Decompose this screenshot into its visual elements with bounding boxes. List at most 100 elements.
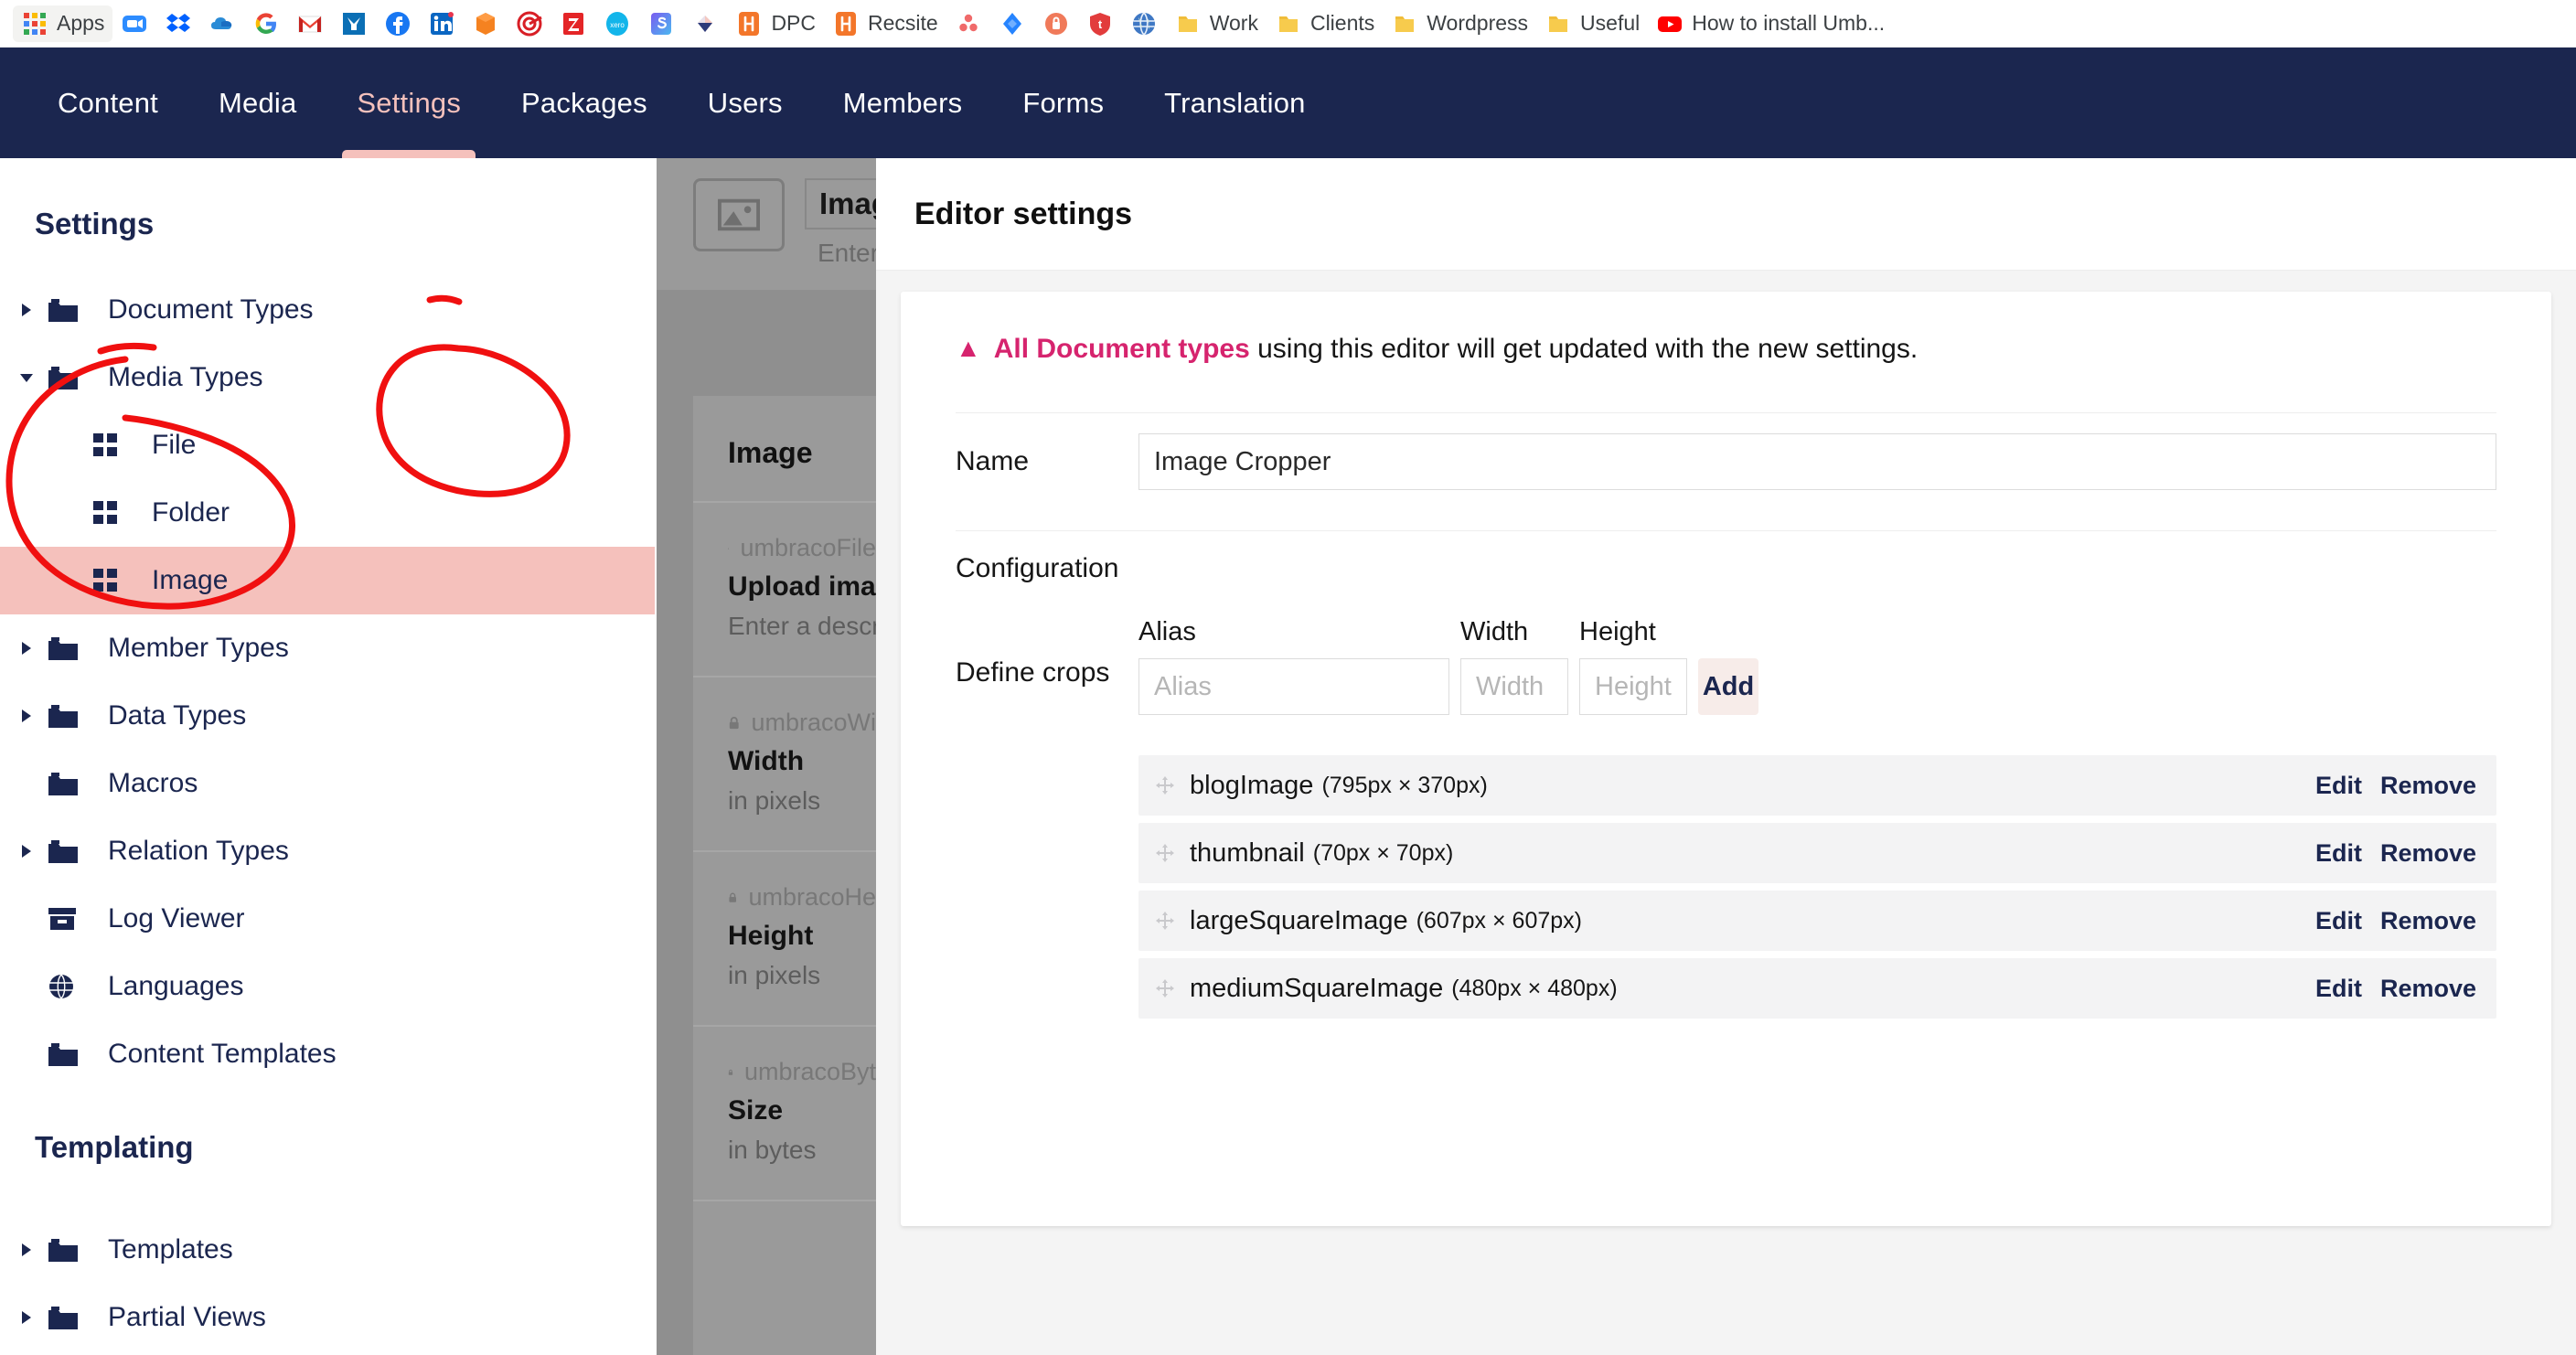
bookmark-orange-cube[interactable]	[464, 5, 508, 42]
nav-item-forms[interactable]: Forms	[992, 48, 1134, 158]
crop-edit-link[interactable]: Edit	[2315, 907, 2362, 935]
media-type-description-input[interactable]: Enter	[805, 239, 876, 268]
bookmark-recsite[interactable]: Recsite	[824, 5, 946, 42]
sidebar-item-folder[interactable]: Folder	[0, 479, 655, 547]
property-name: Upload image	[728, 571, 876, 602]
asana-icon	[955, 10, 982, 37]
bookmark-google[interactable]	[244, 5, 288, 42]
nav-item-members[interactable]: Members	[813, 48, 993, 158]
chevron-right-icon[interactable]	[15, 843, 38, 859]
property-umbracoByt[interactable]: umbracoByt Size in bytes	[693, 1027, 876, 1201]
media-type-icon-picker[interactable]	[693, 178, 785, 251]
bookmark-jira[interactable]	[990, 5, 1034, 42]
crop-remove-link[interactable]: Remove	[2380, 975, 2476, 1003]
crop-remove-link[interactable]: Remove	[2380, 907, 2476, 935]
property-description: Enter a descript	[728, 612, 876, 640]
bookmark-onedrive[interactable]	[200, 5, 244, 42]
crop-alias: largeSquareImage	[1190, 905, 1408, 935]
sidebar-item-log-viewer[interactable]: Log Viewer	[0, 885, 655, 953]
bookmark-clients[interactable]: Clients	[1267, 5, 1383, 42]
bookmark-dropbox[interactable]	[156, 5, 200, 42]
hubspot-icon	[832, 10, 860, 37]
bookmark-asana[interactable]	[946, 5, 990, 42]
sidebar-item-media-types[interactable]: Media Types	[0, 344, 655, 411]
nav-item-media[interactable]: Media	[188, 48, 326, 158]
folder-icon	[48, 635, 88, 662]
crop-height-input[interactable]	[1579, 658, 1687, 715]
sidebar-item-languages[interactable]: Languages	[0, 953, 655, 1020]
sidebar-item-relation-types[interactable]: Relation Types	[0, 817, 655, 885]
s-gradient-icon	[647, 10, 675, 37]
drag-handle-icon[interactable]	[1153, 842, 1177, 864]
sidebar-item-label: File	[152, 430, 197, 460]
bookmark-shield-red[interactable]: t	[1078, 5, 1122, 42]
bookmark-gmail[interactable]	[288, 5, 332, 42]
bookmark-s-gradient[interactable]	[639, 5, 683, 42]
bookmark-xero[interactable]: xero	[595, 5, 639, 42]
bitwarden-lock-icon	[1042, 10, 1070, 37]
nav-item-settings[interactable]: Settings	[326, 48, 491, 158]
folder-icon	[48, 702, 88, 730]
sidebar-item-image[interactable]: Image	[0, 547, 655, 614]
bookmark-work[interactable]: Work	[1166, 5, 1267, 42]
property-umbracoWi[interactable]: umbracoWi Width in pixels	[693, 678, 876, 852]
grid-icon	[93, 433, 117, 456]
chevron-right-icon[interactable]	[15, 1242, 38, 1258]
property-umbracoFile[interactable]: umbracoFile Upload image Enter a descript	[693, 503, 876, 678]
crop-remove-link[interactable]: Remove	[2380, 772, 2476, 800]
chevron-right-icon	[22, 304, 31, 316]
bookmark-yell[interactable]	[332, 5, 376, 42]
media-type-name-input[interactable]: Imag	[805, 178, 876, 229]
add-crop-button[interactable]: Add	[1698, 658, 1758, 715]
configuration-label: Configuration	[956, 530, 2496, 597]
chevron-right-icon[interactable]	[15, 1309, 38, 1326]
bookmark-zoho[interactable]	[551, 5, 595, 42]
bookmark-target[interactable]	[508, 5, 551, 42]
nav-item-translation[interactable]: Translation	[1134, 48, 1335, 158]
editor-settings-panel: ▲ All Document types using this editor w…	[901, 292, 2551, 1226]
drag-handle-icon[interactable]	[1153, 910, 1177, 932]
bookmark-linkedin[interactable]	[420, 5, 464, 42]
name-input[interactable]	[1138, 433, 2496, 490]
chevron-down-icon[interactable]	[15, 370, 38, 385]
name-field-wrap	[1138, 433, 2496, 490]
nav-item-content[interactable]: Content	[27, 48, 188, 158]
sidebar-item-data-types[interactable]: Data Types	[0, 682, 655, 750]
bookmark-label: Clients	[1309, 11, 1375, 35]
sidebar-item-content-templates[interactable]: Content Templates	[0, 1020, 655, 1088]
sidebar-item-document-types[interactable]: Document Types	[0, 276, 655, 344]
bookmark-label: Useful	[1580, 11, 1641, 35]
crop-width-input[interactable]	[1460, 658, 1568, 715]
property-alias-row: umbracoHe	[728, 883, 876, 912]
drag-handle-icon[interactable]	[1153, 774, 1177, 796]
crop-remove-link[interactable]: Remove	[2380, 839, 2476, 868]
crop-edit-link[interactable]: Edit	[2315, 975, 2362, 1003]
bookmark-wordpress[interactable]: Wordpress	[1383, 5, 1536, 42]
bookmark-globe[interactable]	[1122, 5, 1166, 42]
property-umbracoHe[interactable]: umbracoHe Height in pixels	[693, 852, 876, 1027]
bookmark-bitwarden-lock[interactable]	[1034, 5, 1078, 42]
sidebar-item-macros[interactable]: Macros	[0, 750, 655, 817]
crop-alias-input[interactable]	[1138, 658, 1449, 715]
bookmark-apps[interactable]: Apps	[13, 5, 113, 42]
sidebar-item-member-types[interactable]: Member Types	[0, 614, 655, 682]
property-description: in pixels	[728, 786, 821, 815]
bookmark-how-to-install-umb[interactable]: How to install Umb...	[1648, 5, 1893, 42]
sidebar-item-templates[interactable]: Templates	[0, 1216, 655, 1284]
bookmark-facebook[interactable]	[376, 5, 420, 42]
bookmark-diamond-pastel[interactable]	[683, 5, 727, 42]
bookmark-zoom[interactable]	[112, 5, 156, 42]
nav-item-packages[interactable]: Packages	[491, 48, 678, 158]
crop-edit-link[interactable]: Edit	[2315, 772, 2362, 800]
bookmark-dpc[interactable]: DPC	[727, 5, 824, 42]
drag-handle-icon[interactable]	[1153, 977, 1177, 999]
sidebar-item-partial-views[interactable]: Partial Views	[0, 1284, 655, 1351]
chevron-right-icon[interactable]	[15, 708, 38, 724]
crop-edit-link[interactable]: Edit	[2315, 839, 2362, 868]
nav-item-users[interactable]: Users	[678, 48, 813, 158]
chevron-right-icon[interactable]	[15, 302, 38, 318]
chevron-right-icon[interactable]	[15, 640, 38, 656]
sidebar-item-file[interactable]: File	[0, 411, 655, 479]
bookmark-useful[interactable]: Useful	[1536, 5, 1648, 42]
bookmark-label: Recsite	[868, 11, 938, 35]
